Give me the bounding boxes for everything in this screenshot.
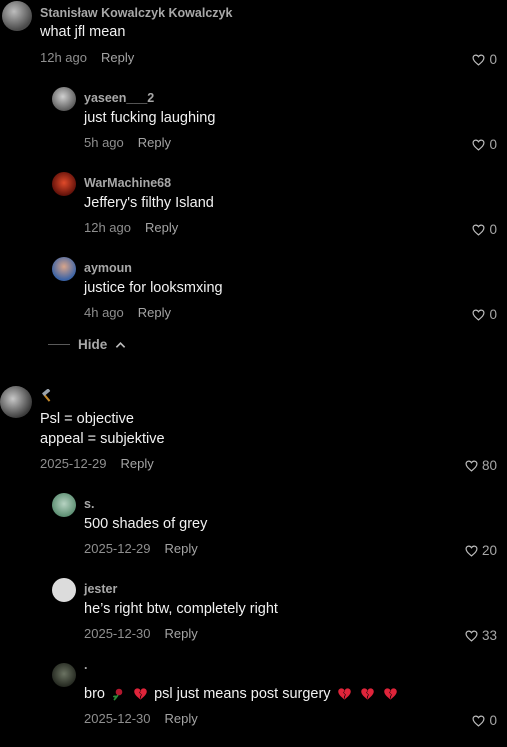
- comment-text: what jfl mean: [40, 24, 126, 40]
- comment-meta: 2025-12-29 Reply: [40, 456, 154, 471]
- like-button[interactable]: 0: [472, 713, 497, 728]
- like-button[interactable]: 80: [465, 458, 497, 473]
- comment-time: 2025-12-29: [84, 541, 151, 556]
- comment-text-part: psl just means post surgery: [154, 686, 331, 702]
- heart-icon: [472, 309, 485, 321]
- divider-line: [48, 344, 70, 345]
- like-count: 0: [489, 222, 497, 237]
- like-button[interactable]: 0: [472, 307, 497, 322]
- comment-text: just fucking laughing: [84, 110, 216, 126]
- comment-time: 2025-12-30: [84, 711, 151, 726]
- comment-username[interactable]: yaseen___2: [84, 91, 154, 105]
- heart-icon: [472, 54, 485, 66]
- comment-text: Psl = objective: [40, 411, 134, 427]
- comment-username[interactable]: [40, 388, 54, 406]
- heart-icon: [472, 224, 485, 236]
- reply-button[interactable]: Reply: [165, 626, 198, 641]
- avatar[interactable]: [52, 663, 76, 687]
- comment-username[interactable]: Stanisław Kowalczyk Kowalczyk: [40, 6, 232, 20]
- like-count: 0: [489, 137, 497, 152]
- like-button[interactable]: 0: [472, 137, 497, 152]
- comment-meta: 12h ago Reply: [40, 50, 134, 65]
- comment-text: Jeffery's filthy Island: [84, 195, 214, 211]
- avatar[interactable]: [52, 493, 76, 517]
- reply-button[interactable]: Reply: [138, 305, 171, 320]
- reply-button[interactable]: Reply: [145, 220, 178, 235]
- rose-icon: [113, 688, 123, 701]
- hide-replies-button[interactable]: Hide: [48, 337, 126, 352]
- heart-icon: [465, 630, 478, 642]
- hide-label: Hide: [78, 337, 108, 352]
- comment-time: 5h ago: [84, 135, 124, 150]
- comment-text: appeal = subjektive: [40, 431, 165, 447]
- comment-meta: 5h ago Reply: [84, 135, 171, 150]
- like-button[interactable]: 0: [472, 222, 497, 237]
- comment-username[interactable]: .: [84, 658, 87, 672]
- broken-heart-icon: [134, 688, 147, 700]
- comment-meta: 4h ago Reply: [84, 305, 171, 320]
- comment-username[interactable]: WarMachine68: [84, 176, 171, 190]
- reply-button[interactable]: Reply: [138, 135, 171, 150]
- comment-text: justice for looksmxing: [84, 280, 223, 296]
- heart-icon: [465, 460, 478, 472]
- comment-time: 2025-12-30: [84, 626, 151, 641]
- broken-heart-icon: [383, 688, 397, 700]
- reply-button[interactable]: Reply: [101, 50, 134, 65]
- like-count: 0: [489, 713, 497, 728]
- broken-heart-icon: [337, 688, 351, 700]
- comment-meta: 12h ago Reply: [84, 220, 178, 235]
- comment-time: 2025-12-29: [40, 456, 107, 471]
- heart-icon: [465, 545, 478, 557]
- heart-icon: [472, 139, 485, 151]
- reply-button[interactable]: Reply: [165, 711, 198, 726]
- like-button[interactable]: 20: [465, 543, 497, 558]
- avatar[interactable]: [0, 386, 32, 418]
- like-button[interactable]: 33: [465, 628, 497, 643]
- comment-username[interactable]: aymoun: [84, 261, 132, 275]
- like-count: 80: [481, 458, 497, 473]
- comment-text: bro psl just means post surgery: [84, 684, 400, 704]
- like-count: 33: [481, 628, 497, 643]
- comment-text: he’s right btw, completely right: [84, 601, 278, 617]
- like-count: 0: [489, 52, 497, 67]
- like-count: 0: [489, 307, 497, 322]
- like-count: 20: [481, 543, 497, 558]
- broken-heart-icon: [360, 688, 374, 700]
- comment-time: 4h ago: [84, 305, 124, 320]
- comment-text: 500 shades of grey: [84, 516, 208, 532]
- comment-meta: 2025-12-29 Reply: [84, 541, 198, 556]
- avatar[interactable]: [52, 172, 76, 196]
- comment-meta: 2025-12-30 Reply: [84, 626, 198, 641]
- avatar[interactable]: [52, 578, 76, 602]
- like-button[interactable]: 0: [472, 52, 497, 67]
- comment-text-part: bro: [84, 686, 105, 702]
- avatar[interactable]: [52, 87, 76, 111]
- reply-button[interactable]: Reply: [121, 456, 154, 471]
- avatar[interactable]: [2, 1, 32, 31]
- chevron-up-icon: [116, 341, 126, 348]
- heart-icon: [472, 715, 485, 727]
- reply-button[interactable]: Reply: [165, 541, 198, 556]
- comment-username[interactable]: jester: [84, 582, 117, 596]
- comment-meta: 2025-12-30 Reply: [84, 711, 198, 726]
- avatar[interactable]: [52, 257, 76, 281]
- hammer-icon: [42, 388, 51, 402]
- comment-time: 12h ago: [84, 220, 131, 235]
- comment-username[interactable]: s.: [84, 497, 94, 511]
- comment-time: 12h ago: [40, 50, 87, 65]
